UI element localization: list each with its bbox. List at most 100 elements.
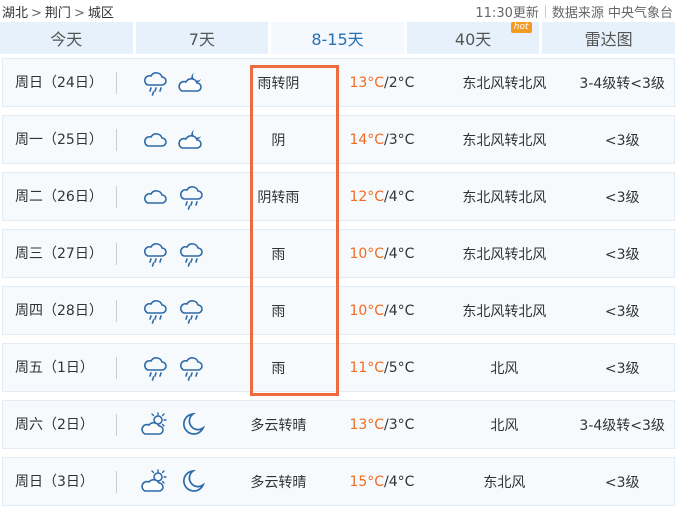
wind-level: 3-4级转<3级 <box>579 75 665 92</box>
breadcrumb-separator: > <box>31 5 42 21</box>
forecast-row: 周五（1日） 雨 11°C/5°C 北风 <3级 <box>2 343 675 392</box>
forecast-date: 周日（24日） <box>3 71 117 94</box>
forecast-date: 周四（28日） <box>3 299 117 322</box>
forecast-date: 周一（25日） <box>3 128 117 151</box>
forecast-row: 周二（26日） 阴转雨 12°C/4°C 东北风转北风 <3级 <box>2 172 675 221</box>
meta-info: 11:30更新 数据来源 中央气象台 <box>475 2 673 21</box>
forecast-date: 周六（2日） <box>3 413 117 436</box>
temperature: 15°C/4°C <box>349 473 415 490</box>
wind-direction: 东北风转北风 <box>462 303 547 320</box>
temperature: 10°C/4°C <box>349 245 415 262</box>
wind-direction: 北风 <box>490 417 519 434</box>
wind-direction: 东北风转北风 <box>462 189 547 206</box>
rain-cloud-icon <box>143 356 167 381</box>
forecast-row: 周三（27日） 雨 10°C/4°C 东北风转北风 <3级 <box>2 229 675 278</box>
wind-level: <3级 <box>604 360 640 377</box>
temp-low: 4°C <box>388 302 415 319</box>
forecast-row: 周日（3日） 多云转晴 15°C/4°C 东北风 <3级 <box>2 457 675 506</box>
weather-desc: 雨 <box>271 246 286 263</box>
tab-today[interactable]: 今天 <box>0 22 133 54</box>
weather-icons <box>117 298 231 324</box>
temp-high: 10°C <box>349 245 385 262</box>
forecast-date: 周三（27日） <box>3 242 117 265</box>
breadcrumb-city[interactable]: 荆门 <box>45 6 71 21</box>
weather-icons <box>117 355 231 381</box>
forecast-row: 周日（24日） 雨转阴 13°C/2°C 东北风转北风 3-4级转<3级 <box>2 58 675 107</box>
temp-low: 3°C <box>388 416 415 433</box>
weather-icons <box>117 127 231 153</box>
temp-low: 4°C <box>388 188 415 205</box>
rain-cloud-icon <box>143 299 167 324</box>
weather-desc: 阴转雨 <box>257 189 300 206</box>
breadcrumb: 湖北 > 荆门 > 城区 <box>2 2 114 21</box>
tab-7day[interactable]: 7天 <box>135 22 269 54</box>
rain-cloud-icon <box>143 71 167 96</box>
temp-high: 10°C <box>349 302 385 319</box>
tab-label: 雷达图 <box>584 30 633 49</box>
breadcrumb-district[interactable]: 城区 <box>88 6 114 21</box>
tab-label: 40天 <box>454 30 492 49</box>
temp-low: 5°C <box>388 359 415 376</box>
temp-low: 3°C <box>388 131 415 148</box>
moon-cloud-icon <box>178 129 202 149</box>
cloud-icon <box>143 132 167 147</box>
breadcrumb-province[interactable]: 湖北 <box>2 6 28 21</box>
wind-level: <3级 <box>604 303 640 320</box>
wind-level: <3级 <box>604 189 640 206</box>
weather-icons <box>117 468 231 495</box>
sun-cloud-icon <box>141 468 167 492</box>
wind-level: <3级 <box>604 246 640 263</box>
sun-cloud-icon <box>141 411 167 435</box>
weather-desc: 雨转阴 <box>257 75 300 92</box>
moon-icon <box>182 412 205 435</box>
top-bar: 湖北 > 荆门 > 城区 11:30更新 数据来源 中央气象台 <box>0 0 675 22</box>
temp-low: 2°C <box>388 74 415 91</box>
weather-desc: 多云转晴 <box>250 474 307 491</box>
temp-high: 12°C <box>349 188 385 205</box>
forecast-row: 周六（2日） 多云转晴 13°C/3°C 北风 3-4级转<3级 <box>2 400 675 449</box>
weather-desc: 阴 <box>271 132 286 149</box>
weather-desc: 雨 <box>271 303 286 320</box>
rain-cloud-icon <box>179 299 203 324</box>
hot-badge: hot <box>510 22 532 33</box>
data-source: 数据来源 中央气象台 <box>551 5 673 21</box>
wind-level: <3级 <box>604 474 640 491</box>
forecast-date: 周日（3日） <box>3 470 117 493</box>
temperature: 13°C/3°C <box>349 416 415 433</box>
weather-desc: 雨 <box>271 360 286 377</box>
temperature: 12°C/4°C <box>349 188 415 205</box>
wind-direction: 北风 <box>490 360 519 377</box>
forecast-tabs: 今天 7天 8-15天 40天 hot 雷达图 <box>0 22 675 54</box>
wind-direction: 东北风转北风 <box>462 246 547 263</box>
forecast-date: 周五（1日） <box>3 356 117 379</box>
weather-icons <box>117 70 231 96</box>
forecast-date: 周二（26日） <box>3 185 117 208</box>
temperature: 13°C/2°C <box>349 74 415 91</box>
meta-divider <box>544 4 546 18</box>
weather-desc: 多云转晴 <box>250 417 307 434</box>
rain-cloud-icon <box>179 356 203 381</box>
update-time: 11:30更新 <box>475 5 539 21</box>
wind-level: 3-4级转<3级 <box>579 417 665 434</box>
temp-high: 13°C <box>349 416 385 433</box>
tab-40day[interactable]: 40天 hot <box>406 22 540 54</box>
temp-high: 11°C <box>349 359 385 376</box>
forecast-row: 周四（28日） 雨 10°C/4°C 东北风转北风 <3级 <box>2 286 675 335</box>
forecast-list: 周日（24日） 雨转阴 13°C/2°C 东北风转北风 3-4级转<3级 周一（25日）阴… <box>0 58 675 506</box>
tab-label: 8-15天 <box>311 30 364 49</box>
temperature: 10°C/4°C <box>349 302 415 319</box>
temp-high: 15°C <box>349 473 385 490</box>
tab-label: 今天 <box>50 30 83 49</box>
rain-cloud-icon <box>143 242 167 267</box>
weather-icons <box>117 184 231 210</box>
temp-low: 4°C <box>388 245 415 262</box>
temperature: 14°C/3°C <box>349 131 415 148</box>
tab-8-15day[interactable]: 8-15天 <box>271 22 404 54</box>
wind-level: <3级 <box>604 132 640 149</box>
rain-cloud-icon <box>179 242 203 267</box>
weather-icons <box>117 411 231 438</box>
wind-direction: 东北风转北风 <box>462 132 547 149</box>
moon-cloud-icon <box>178 72 202 92</box>
tab-radar[interactable]: 雷达图 <box>542 22 675 54</box>
temp-high: 14°C <box>349 131 385 148</box>
